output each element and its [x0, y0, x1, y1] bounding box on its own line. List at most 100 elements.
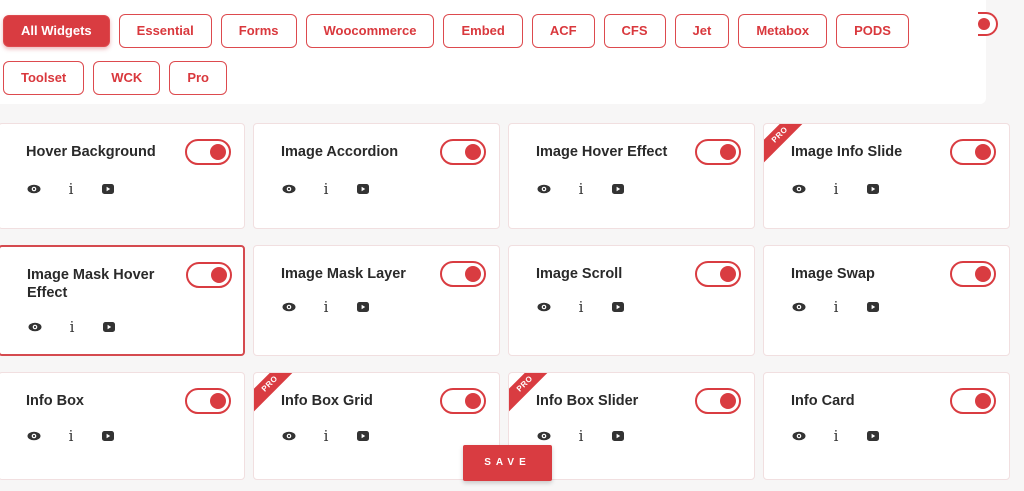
toggle-knob — [465, 393, 481, 409]
filter-pro[interactable]: Pro — [169, 61, 227, 95]
info-icon[interactable]: i — [318, 299, 334, 315]
widget-card: Image Hover Effect i — [508, 123, 755, 229]
filter-row-1: All Widgets Essential Forms Woocommerce … — [3, 14, 918, 48]
widget-card: Image Scroll i — [508, 245, 755, 356]
youtube-icon[interactable] — [865, 428, 881, 444]
toggle-knob — [975, 266, 991, 282]
toggle-knob — [211, 267, 227, 283]
info-icon[interactable]: i — [573, 181, 589, 197]
widget-title: Image Swap — [791, 266, 875, 282]
widget-title: Info Box Grid — [281, 393, 373, 409]
widget-toggle[interactable] — [950, 388, 996, 414]
info-icon[interactable]: i — [573, 299, 589, 315]
filter-toolset[interactable]: Toolset — [3, 61, 85, 95]
youtube-icon[interactable] — [610, 181, 626, 197]
widget-actions: i — [26, 428, 137, 444]
widget-actions: i — [281, 428, 392, 444]
widget-card: Image Swap i — [763, 245, 1010, 356]
widget-card: Image Accordion i — [253, 123, 500, 229]
eye-icon[interactable] — [27, 319, 43, 335]
widget-toggle[interactable] — [695, 388, 741, 414]
filter-wck[interactable]: WCK — [93, 61, 161, 95]
eye-icon[interactable] — [536, 299, 552, 315]
toggle-knob — [465, 266, 481, 282]
filter-essential[interactable]: Essential — [118, 14, 212, 48]
widget-actions: i — [791, 181, 902, 197]
filter-embed[interactable]: Embed — [443, 14, 523, 48]
filter-metabox[interactable]: Metabox — [738, 14, 828, 48]
widget-toggle[interactable] — [185, 388, 231, 414]
widget-toggle[interactable] — [950, 139, 996, 165]
youtube-icon[interactable] — [100, 181, 116, 197]
widget-actions: i — [536, 428, 647, 444]
toggle-knob — [210, 144, 226, 160]
filter-woocommerce[interactable]: Woocommerce — [305, 14, 435, 48]
widget-toggle[interactable] — [186, 262, 232, 288]
info-icon[interactable]: i — [318, 428, 334, 444]
widget-title: Image Info Slide — [791, 144, 903, 160]
eye-icon[interactable] — [536, 428, 552, 444]
eye-icon[interactable] — [281, 428, 297, 444]
toggle-knob — [975, 144, 991, 160]
widget-toggle[interactable] — [440, 388, 486, 414]
filter-panel: All Widgets Essential Forms Woocommerce … — [0, 0, 986, 104]
info-icon[interactable]: i — [63, 428, 79, 444]
info-icon[interactable]: i — [63, 181, 79, 197]
youtube-icon[interactable] — [865, 181, 881, 197]
eye-icon[interactable] — [791, 428, 807, 444]
widget-title: Image Hover Effect — [536, 144, 668, 160]
widget-toggle[interactable] — [695, 139, 741, 165]
widget-card: Image Mask Layer i — [253, 245, 500, 356]
widget-actions: i — [281, 299, 392, 315]
filter-acf[interactable]: ACF — [531, 14, 595, 48]
filter-row-2: Toolset WCK Pro — [3, 61, 236, 95]
filter-cfs[interactable]: CFS — [603, 14, 666, 48]
eye-icon[interactable] — [281, 299, 297, 315]
widget-card: PRO Image Info Slide i — [763, 123, 1010, 229]
widget-title: Hover Background — [26, 144, 156, 160]
filter-pods[interactable]: PODS — [836, 14, 909, 48]
eye-icon[interactable] — [26, 428, 42, 444]
info-icon[interactable]: i — [573, 428, 589, 444]
youtube-icon[interactable] — [355, 299, 371, 315]
youtube-icon[interactable] — [101, 319, 117, 335]
filter-forms[interactable]: Forms — [220, 14, 297, 48]
widget-title: Info Box Slider — [536, 393, 639, 409]
widget-toggle[interactable] — [185, 139, 231, 165]
youtube-icon[interactable] — [355, 428, 371, 444]
widget-actions: i — [791, 299, 902, 315]
widget-title: Info Box — [26, 393, 84, 409]
save-button[interactable]: SAVE — [463, 445, 552, 481]
toggle-knob — [720, 144, 736, 160]
widget-actions: i — [536, 181, 647, 197]
widget-title: Info Card — [791, 393, 855, 409]
eye-icon[interactable] — [791, 181, 807, 197]
info-icon[interactable]: i — [828, 181, 844, 197]
widget-card: Info Card i — [763, 372, 1010, 480]
youtube-icon[interactable] — [865, 299, 881, 315]
youtube-icon[interactable] — [610, 428, 626, 444]
eye-icon[interactable] — [26, 181, 42, 197]
widget-toggle[interactable] — [440, 261, 486, 287]
youtube-icon[interactable] — [610, 299, 626, 315]
info-icon[interactable]: i — [828, 428, 844, 444]
widget-title: Image Mask Hover Effect — [27, 267, 155, 301]
eye-icon[interactable] — [536, 181, 552, 197]
filter-all-widgets[interactable]: All Widgets — [3, 15, 110, 47]
info-icon[interactable]: i — [318, 181, 334, 197]
youtube-icon[interactable] — [355, 181, 371, 197]
youtube-icon[interactable] — [100, 428, 116, 444]
widget-toggle[interactable] — [440, 139, 486, 165]
widget-toggle[interactable] — [695, 261, 741, 287]
widget-card: Info Box i — [0, 372, 245, 480]
filter-jet[interactable]: Jet — [674, 14, 730, 48]
info-icon[interactable]: i — [64, 319, 80, 335]
toggle-knob — [465, 144, 481, 160]
info-icon[interactable]: i — [828, 299, 844, 315]
widget-toggle[interactable] — [950, 261, 996, 287]
toggle-knob — [975, 393, 991, 409]
eye-icon[interactable] — [281, 181, 297, 197]
toggle-knob — [210, 393, 226, 409]
widget-actions: i — [791, 428, 902, 444]
eye-icon[interactable] — [791, 299, 807, 315]
